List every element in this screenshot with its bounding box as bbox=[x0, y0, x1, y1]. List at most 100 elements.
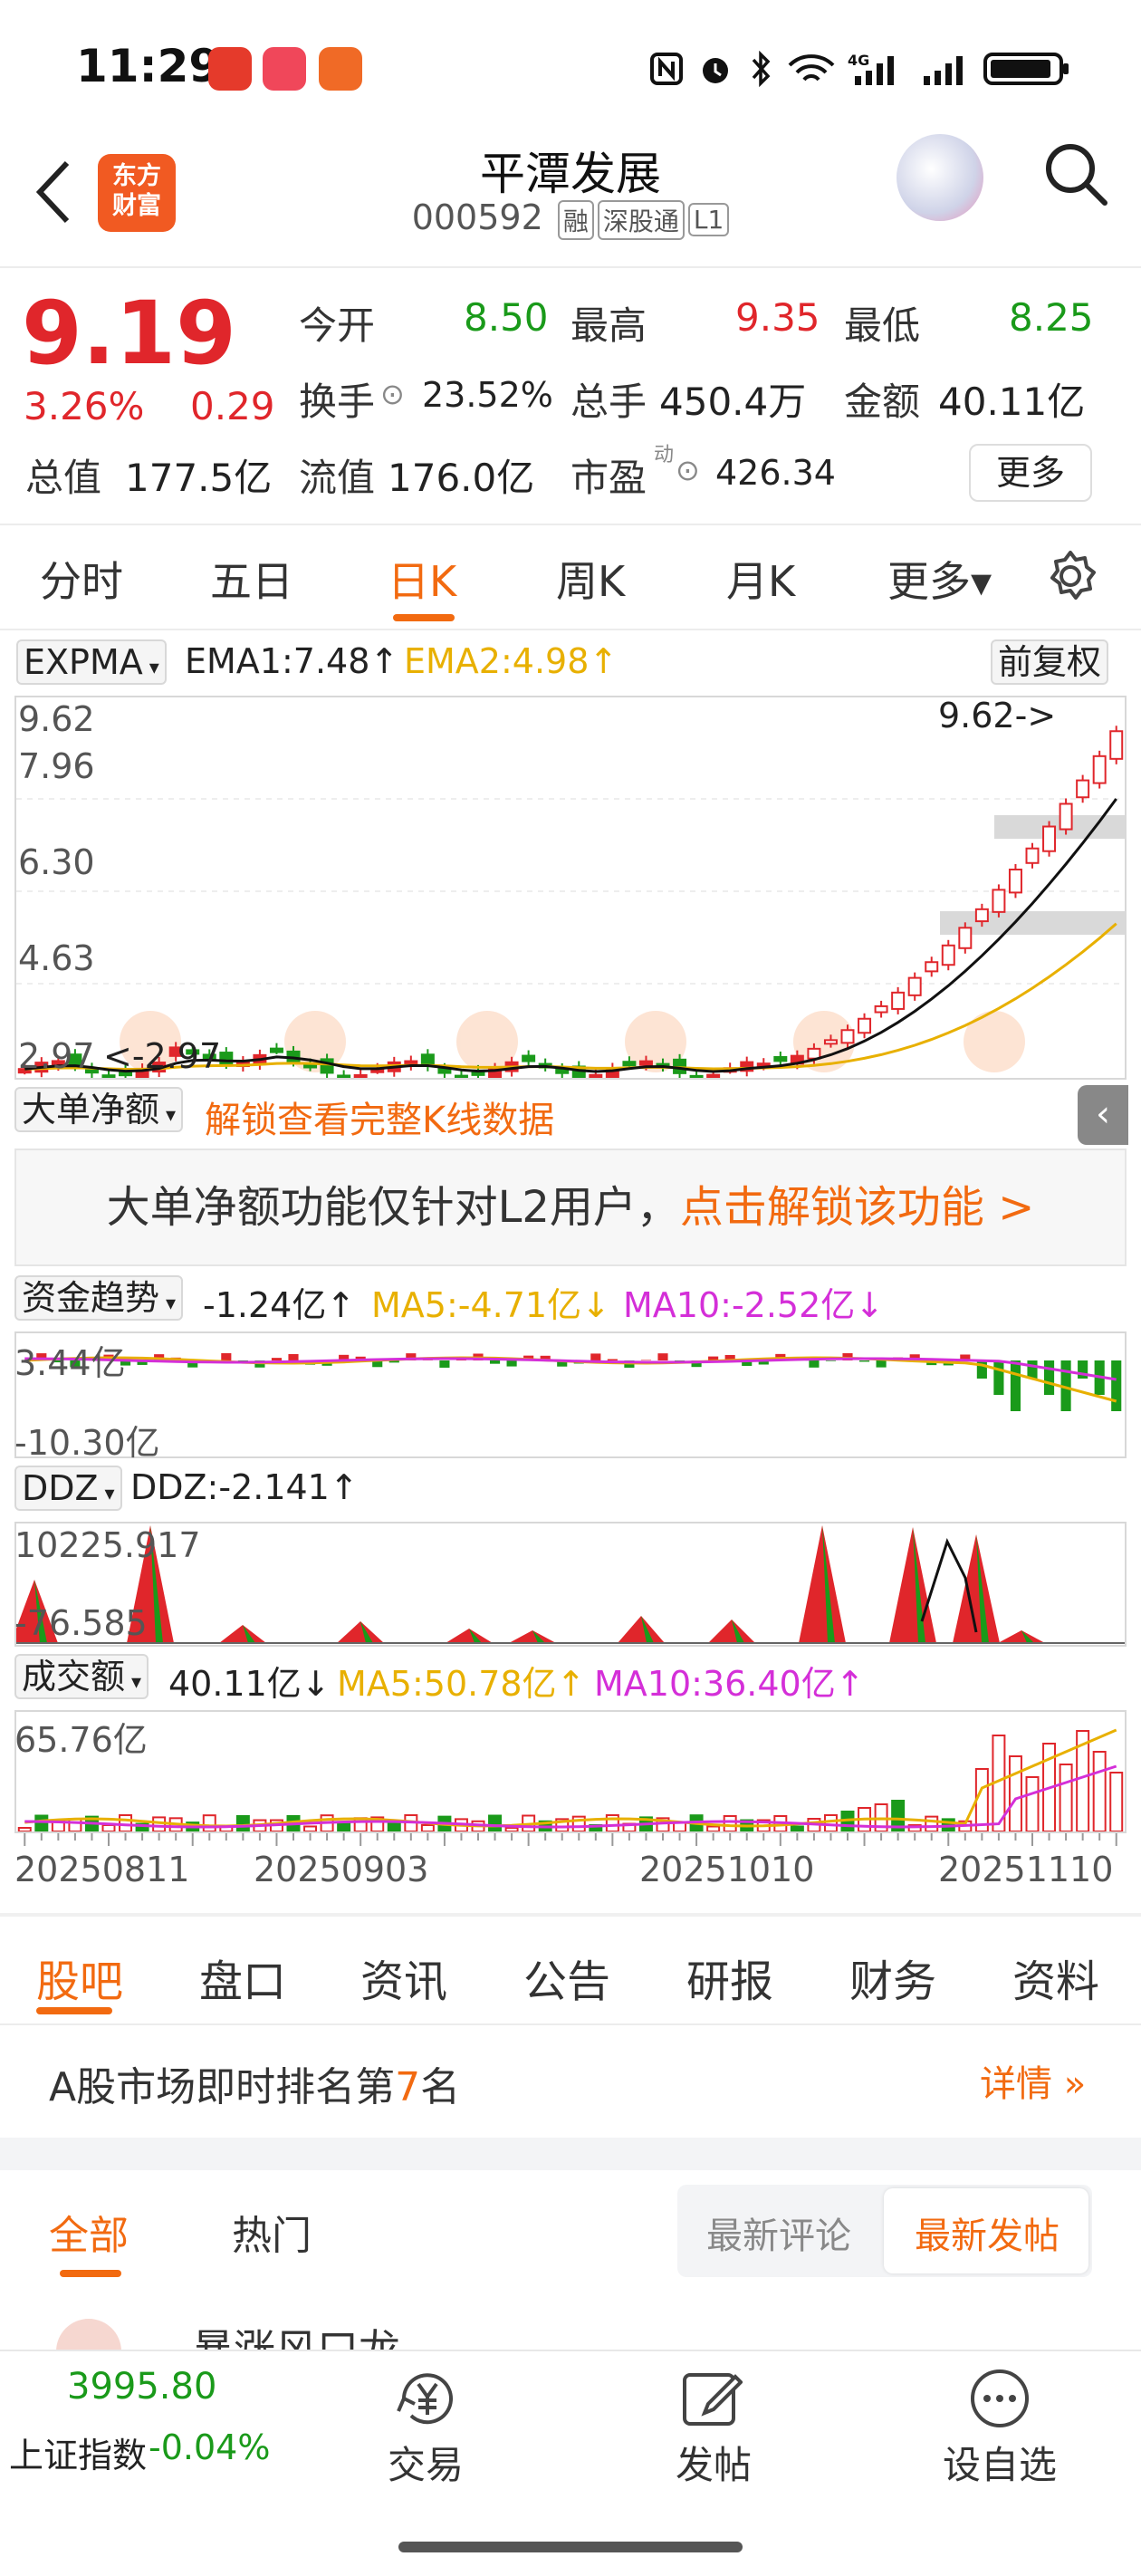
active-tab-indicator bbox=[393, 614, 455, 621]
nav-trade[interactable]: 交易 bbox=[335, 2435, 516, 2490]
l2-lock-banner[interactable]: 大单净额功能仅针对L2用户，点击解锁该功能 > bbox=[14, 1149, 1127, 1266]
subtab-indicator bbox=[60, 2270, 121, 2277]
big-order-selector[interactable]: 大单净额 ▾ bbox=[14, 1087, 184, 1132]
post-edit-icon[interactable] bbox=[681, 2368, 743, 2429]
candle-body bbox=[874, 1004, 888, 1014]
adjust-selector[interactable]: 前复权 bbox=[991, 639, 1109, 685]
notification-app-icon-2 bbox=[319, 47, 362, 91]
collapse-panel-chevron-icon[interactable]: ‹ bbox=[1078, 1085, 1128, 1145]
market-rank: A股市场即时排名第7名 bbox=[49, 2064, 461, 2110]
tab-pankou[interactable]: 盘口 bbox=[199, 1946, 286, 2009]
turnover-bar bbox=[488, 1814, 503, 1831]
turnover-bar bbox=[1025, 1776, 1040, 1831]
turnover-ma5: MA5:50.78亿↑ bbox=[337, 1664, 586, 1704]
last-price: 9.19 bbox=[22, 283, 236, 384]
home-indicator bbox=[398, 2542, 743, 2552]
ddz-peak bbox=[446, 1629, 493, 1643]
info-icon[interactable]: ⊙ bbox=[380, 377, 405, 411]
ddz-peak bbox=[708, 1620, 755, 1643]
tab-all-posts[interactable]: 全部 bbox=[49, 2203, 129, 2261]
turnover-selector[interactable]: 成交额 ▾ bbox=[14, 1654, 149, 1699]
more-dots-icon[interactable] bbox=[969, 2368, 1031, 2429]
candle-body bbox=[992, 889, 1006, 913]
info-tabs-divider bbox=[0, 2023, 1141, 2025]
candle-body bbox=[891, 991, 906, 1010]
fund-bar bbox=[993, 1360, 1004, 1395]
tabs-divider bbox=[0, 629, 1141, 630]
ddz-selector[interactable]: DDZ ▾ bbox=[14, 1466, 122, 1511]
y-label-3: 6.30 bbox=[18, 842, 95, 882]
info-tabs-divider-top bbox=[0, 1913, 1141, 1917]
turnover-bar bbox=[235, 1814, 250, 1831]
tab-announcements[interactable]: 公告 bbox=[523, 1946, 610, 2009]
alarm-icon bbox=[703, 58, 728, 83]
tab-monthly-k[interactable]: 月K bbox=[726, 549, 795, 609]
tab-guba[interactable]: 股吧 bbox=[36, 1946, 123, 2009]
rank-detail-link[interactable]: 详情 » bbox=[980, 2054, 1086, 2107]
amount-value: 40.11亿 bbox=[938, 380, 1086, 424]
notification-app-icon bbox=[208, 47, 252, 91]
turnover-bar bbox=[1059, 1764, 1073, 1831]
unlock-kline-link[interactable]: 解锁查看完整K线数据 bbox=[205, 1091, 554, 1143]
pe-info-icon[interactable]: ⊙ bbox=[676, 453, 700, 487]
ddz-peak bbox=[618, 1616, 665, 1643]
turnover-bar bbox=[974, 1768, 989, 1831]
kline-chart[interactable] bbox=[16, 697, 1125, 1078]
turnover-bar bbox=[152, 1816, 167, 1831]
turnover-bar bbox=[723, 1814, 737, 1831]
index-value[interactable]: 3995.80 bbox=[67, 2366, 216, 2408]
turnover-bar bbox=[34, 1814, 49, 1831]
candle-body bbox=[823, 1039, 838, 1045]
turnover-ma10: MA10:36.40亿↑ bbox=[594, 1664, 865, 1704]
turnover-bar bbox=[706, 1825, 721, 1831]
index-name[interactable]: 上证指数 bbox=[9, 2427, 147, 2477]
turnover-bar bbox=[1092, 1751, 1107, 1831]
turnover-chart-value: 40.11亿↓ bbox=[168, 1664, 331, 1704]
l2-unlock-link[interactable]: 点击解锁该功能 > bbox=[680, 1182, 1034, 1233]
volume-value: 450.4万 bbox=[659, 380, 807, 424]
tab-intraday[interactable]: 分时 bbox=[40, 549, 123, 609]
max-price-marker: 9.62-> bbox=[938, 696, 1057, 735]
tab-weekly-k[interactable]: 周K bbox=[556, 549, 625, 609]
ddz-y-top: 10225.917 bbox=[14, 1525, 201, 1565]
trade-yuan-icon[interactable] bbox=[395, 2368, 460, 2429]
sort-latest-post[interactable]: 最新发帖 bbox=[915, 2206, 1060, 2259]
high-label: 最高 bbox=[570, 303, 647, 348]
candle-body bbox=[337, 1074, 351, 1078]
sort-latest-comment[interactable]: 最新评论 bbox=[706, 2206, 851, 2259]
tab-news[interactable]: 资讯 bbox=[360, 1946, 447, 2009]
level-tag: L1 bbox=[687, 203, 730, 236]
turnover-bar bbox=[790, 1825, 804, 1831]
search-icon[interactable] bbox=[1041, 139, 1110, 208]
candle-body bbox=[353, 1073, 368, 1078]
turnover-bar bbox=[337, 1821, 351, 1831]
fund-bar bbox=[858, 1360, 870, 1362]
turnover-chart[interactable] bbox=[16, 1712, 1125, 1831]
fund-trend-selector[interactable]: 资金趋势 ▾ bbox=[14, 1275, 184, 1321]
nav-add-watchlist[interactable]: 设自选 bbox=[909, 2435, 1090, 2490]
tab-hot-posts[interactable]: 热门 bbox=[232, 2203, 312, 2261]
header-divider bbox=[0, 266, 1141, 268]
more-quote-button[interactable]: 更多 bbox=[969, 444, 1092, 502]
index-change[interactable]: -0.04% bbox=[149, 2427, 270, 2467]
tab-profile[interactable]: 资料 bbox=[1012, 1946, 1099, 2009]
fund-bar bbox=[1027, 1360, 1038, 1379]
pe-dynamic-sup: 动 bbox=[654, 444, 675, 466]
tab-five-day[interactable]: 五日 bbox=[210, 549, 293, 609]
fund-trend-chart[interactable] bbox=[16, 1333, 1125, 1456]
fund-bar bbox=[876, 1360, 887, 1368]
tab-more-periods[interactable]: 更多▾ bbox=[887, 549, 992, 609]
tab-finance[interactable]: 财务 bbox=[849, 1946, 936, 2009]
candle-body bbox=[941, 944, 955, 966]
tab-daily-k[interactable]: 日K bbox=[388, 549, 456, 609]
ai-robot-avatar[interactable] bbox=[896, 134, 983, 221]
indicator-selector-expma[interactable]: EXPMA ▾ bbox=[16, 639, 167, 685]
tab-research[interactable]: 研报 bbox=[686, 1946, 773, 2009]
date-label-1: 20250811 bbox=[14, 1850, 190, 1889]
turnover-bar bbox=[1109, 1772, 1124, 1831]
mcap-label: 总值 bbox=[25, 456, 102, 500]
settings-gear-icon[interactable] bbox=[1043, 549, 1098, 603]
amount-label: 金额 bbox=[844, 380, 921, 424]
post-author-partial[interactable]: 暴涨风口龙 bbox=[192, 2317, 400, 2350]
nav-post[interactable]: 发帖 bbox=[623, 2435, 804, 2490]
